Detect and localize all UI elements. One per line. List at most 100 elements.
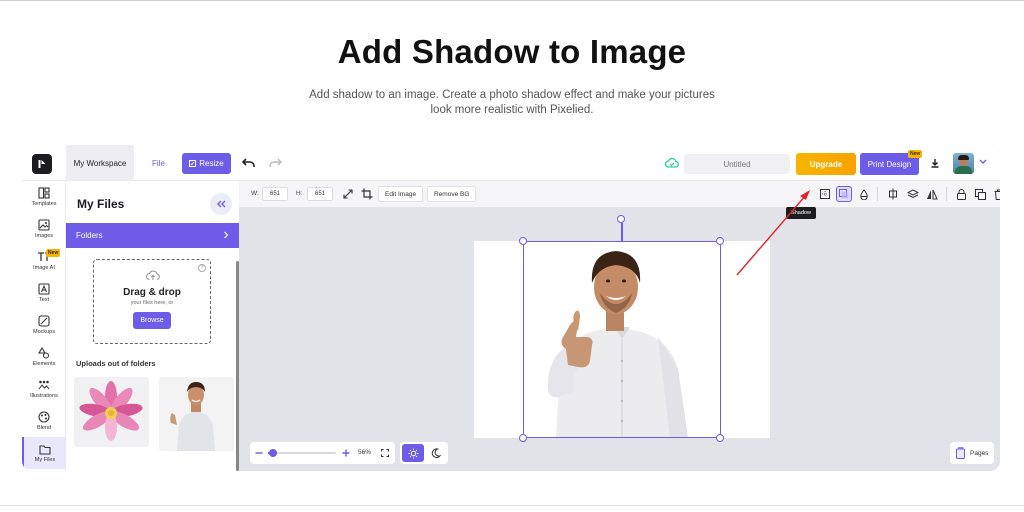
new-badge: New [46,249,61,257]
lock-icon [956,188,966,200]
collapse-panel-button[interactable] [210,193,232,215]
user-avatar[interactable] [953,153,974,174]
zoom-in-icon[interactable] [342,449,350,457]
resize-handle-top-right[interactable] [716,237,724,245]
uploaded-man-thumbnail[interactable] [159,377,234,451]
sidebar-item-text[interactable]: Text [22,277,66,309]
shadow-icon [839,189,849,199]
align-icon [889,188,897,200]
flip-icon [927,189,938,199]
dark-mode-button[interactable] [426,444,446,462]
file-menu[interactable]: File [152,159,165,168]
resize-handle-bottom-left[interactable] [519,434,527,442]
uploads-heading: Uploads out of folders [76,359,156,368]
width-label: W: [251,190,259,197]
resize-handle-bottom-right[interactable] [716,434,724,442]
pattern-icon [820,189,830,199]
resize-icon [189,160,197,167]
crop-icon[interactable] [361,188,373,200]
my-workspace-button[interactable]: My Workspace [66,145,134,181]
light-mode-button[interactable] [402,444,424,462]
dropzone-subtitle: your files here, or [130,300,174,306]
layers-button[interactable] [905,186,921,202]
new-badge: New [908,150,923,158]
background-pattern-button[interactable] [817,186,833,202]
annotation-arrow [736,190,810,276]
image-icon [38,219,50,231]
chevron-down-icon[interactable] [979,159,987,165]
duplicate-icon [974,188,986,200]
height-label: H: [296,190,303,197]
resize-handle-top-left[interactable] [519,237,527,245]
folder-icon [39,444,51,455]
sidebar-item-elements[interactable]: Elements [22,341,66,373]
sidebar-item-my-files[interactable]: My Files [22,437,66,469]
hero-subtitle: Add shadow to an image. Create a photo s… [309,89,715,116]
download-icon[interactable] [930,158,940,168]
toolbar-divider [946,187,947,201]
pages-label: Pages [970,449,989,457]
pixelied-logo[interactable] [32,154,52,174]
sidebar-item-label: Text [38,297,50,303]
undo-icon[interactable] [242,157,256,169]
remove-bg-button[interactable]: Remove BG [427,186,477,202]
page: Add Shadow to Image Add shadow to an ima… [0,0,1024,512]
mockups-icon [38,315,50,327]
zoom-slider-track[interactable] [268,452,336,454]
sidebar-item-label: Illustrations [30,393,58,399]
browse-button[interactable]: Browse [133,312,171,329]
moon-icon [431,448,441,458]
lock-button[interactable] [953,186,969,202]
folders-row[interactable]: Folders [66,223,239,248]
resize-label: Resize [199,159,224,168]
sidebar-item-label: My Files [34,456,56,463]
width-input[interactable]: 651 [262,187,288,201]
hero-title: Add Shadow to Image [337,33,687,70]
sidebar-item-label: Templates [31,201,57,207]
delete-button[interactable] [991,186,1000,202]
resize-button[interactable]: Resize [182,153,231,174]
top-divider [0,0,1024,1]
upload-dropzone[interactable]: ? Drag & drop your files here, or Browse [93,259,211,344]
illustrations-icon [38,380,50,390]
chevron-right-icon [224,231,229,239]
align-button[interactable] [885,186,901,202]
fullscreen-icon[interactable] [381,449,389,457]
height-input[interactable]: 651 [307,187,333,201]
layers-icon [907,188,919,198]
expand-icon[interactable] [343,189,353,199]
sidebar-item-label: Mockups [32,329,55,335]
help-icon[interactable]: ? [198,264,206,272]
sidebar-item-mockups[interactable]: Mockups [22,309,66,341]
sidebar-item-illustrations[interactable]: Illustrations [22,373,66,405]
pages-icon [956,447,965,459]
theme-toggle [400,442,448,464]
trash-icon [994,189,1000,200]
zoom-out-icon[interactable] [255,450,263,456]
uploaded-flower-thumbnail[interactable] [74,377,149,447]
zoom-value: 56% [358,449,372,456]
redo-icon[interactable] [268,157,282,169]
opacity-button[interactable] [856,186,872,202]
my-files-panel: My Files Folders ? Drag & drop your file… [66,181,239,471]
sidebar-item-templates[interactable]: Templates [22,181,66,213]
tool-sidebar: Templates Images Image AI New Text Mocku… [22,181,66,471]
sidebar-item-label: Image AI [33,265,55,271]
dropzone-title: Drag & drop [123,287,181,298]
sidebar-item-image-ai[interactable]: Image AI New [22,245,66,277]
document-title-input[interactable]: Untitled [684,154,790,174]
sidebar-item-blend[interactable]: Blend [22,405,66,437]
cloud-saved-icon [665,157,679,168]
edit-image-button[interactable]: Edit Image [378,186,424,202]
shadow-button[interactable] [836,186,852,202]
rotate-handle[interactable] [617,215,625,223]
bottom-divider [0,505,1024,506]
flip-button[interactable] [924,186,940,202]
sidebar-item-images[interactable]: Images [22,213,66,245]
zoom-control: 56% [250,442,395,464]
duplicate-button[interactable] [972,186,988,202]
pages-button[interactable]: Pages [950,442,994,464]
sun-icon [408,448,418,458]
upgrade-button[interactable]: Upgrade [796,153,856,175]
zoom-slider-handle[interactable] [269,449,277,457]
